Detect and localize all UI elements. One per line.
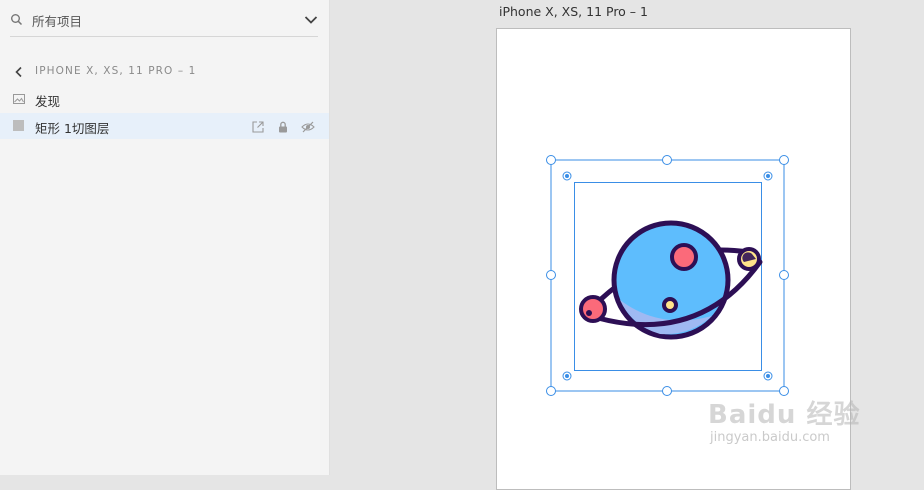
planet-icon[interactable] [579,220,763,340]
handle-middle-right[interactable] [779,270,789,280]
handle-top-center[interactable] [662,155,672,165]
handle-middle-left[interactable] [546,270,556,280]
handle-bottom-center[interactable] [662,386,672,396]
watermark-url: jingyan.baidu.com [710,430,830,445]
handle-bottom-left[interactable] [546,386,556,396]
handle-top-right[interactable] [779,155,789,165]
handle-top-left[interactable] [546,155,556,165]
baidu-watermark: Baidu 经验 jingyan.baidu.com [708,390,878,460]
watermark-brand: Baidu 经验 [708,400,861,430]
